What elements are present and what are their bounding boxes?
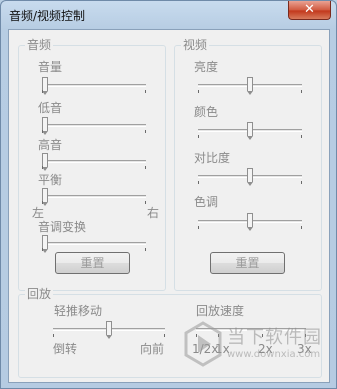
contrast-tick-max <box>301 181 302 184</box>
hue-label: 色调 <box>194 195 219 209</box>
balance-label: 平衡 <box>38 173 63 187</box>
bass-tick-max <box>145 130 146 133</box>
contrast-tick-min <box>198 181 199 184</box>
volume-slider-thumb[interactable] <box>42 77 48 95</box>
pitch-shift-slider[interactable] <box>42 235 146 253</box>
watermark-text: 当下软件园 <box>227 327 322 348</box>
watermark-url: www.downxia.com <box>227 349 321 360</box>
brightness-label: 亮度 <box>194 60 219 74</box>
watermark: 当下软件园 www.downxia.com <box>183 319 323 379</box>
shuttle-tick-min <box>53 334 54 337</box>
video-group: 视频 亮度 颜色 对比度 色调 重置 <box>174 38 322 291</box>
bass-tick-min <box>42 130 43 133</box>
av-control-window: 音频/视频控制 ✕ 音频 音量 低音 高音 平衡 左 右 音调变换 重置 视频 … <box>0 0 337 389</box>
treble-slider-track <box>42 160 146 163</box>
shuttle-reverse-label: 倒转 <box>53 342 78 356</box>
contrast-slider-thumb[interactable] <box>247 168 253 186</box>
balance-slider-track <box>42 195 146 198</box>
speed-label: 回放速度 <box>196 304 245 318</box>
audio-group-label: 音频 <box>25 38 54 52</box>
brightness-slider[interactable] <box>198 77 302 95</box>
close-icon: ✕ <box>304 2 315 17</box>
treble-tick-max <box>145 166 146 169</box>
video-reset-button[interactable]: 重置 <box>210 252 285 274</box>
pitch-shift-tick-max <box>145 248 146 251</box>
pitch-shift-slider-thumb[interactable] <box>42 235 48 253</box>
shuttle-slider[interactable] <box>53 321 165 339</box>
pitch-shift-label: 音调变换 <box>38 220 87 234</box>
balance-right-label: 右 <box>147 206 160 220</box>
volume-tick-min <box>42 90 43 93</box>
bass-slider[interactable] <box>42 117 146 135</box>
brightness-tick-min <box>198 90 199 93</box>
playback-group-label: 回放 <box>25 287 54 301</box>
title-bar[interactable]: 音频/视频控制 ✕ <box>1 1 336 29</box>
treble-label: 高音 <box>38 138 63 152</box>
hue-slider-thumb[interactable] <box>247 213 253 231</box>
shuttle-slider-thumb[interactable] <box>106 321 112 339</box>
audio-group: 音频 音量 低音 高音 平衡 左 右 音调变换 重置 <box>18 38 166 291</box>
color-label: 颜色 <box>194 105 219 119</box>
hue-tick-max <box>301 226 302 229</box>
color-tick-min <box>198 135 199 138</box>
hue-tick-min <box>198 226 199 229</box>
balance-tick-max <box>145 201 146 204</box>
bass-label: 低音 <box>38 101 63 115</box>
color-slider[interactable] <box>198 122 302 140</box>
contrast-slider[interactable] <box>198 168 302 186</box>
treble-slider[interactable] <box>42 153 146 171</box>
treble-slider-thumb[interactable] <box>42 153 48 171</box>
contrast-label: 对比度 <box>194 151 231 165</box>
balance-left-label: 左 <box>32 206 45 220</box>
color-slider-thumb[interactable] <box>247 122 253 140</box>
balance-slider-thumb[interactable] <box>42 188 48 206</box>
treble-tick-min <box>42 166 43 169</box>
window-title: 音频/视频控制 <box>9 9 86 23</box>
volume-label: 音量 <box>38 60 63 74</box>
video-group-label: 视频 <box>181 38 210 52</box>
balance-tick-min <box>42 201 43 204</box>
color-tick-max <box>301 135 302 138</box>
volume-slider[interactable] <box>42 77 146 95</box>
brightness-slider-thumb[interactable] <box>247 77 253 95</box>
close-button[interactable]: ✕ <box>288 1 331 20</box>
hue-slider[interactable] <box>198 213 302 231</box>
bass-slider-track <box>42 124 146 127</box>
watermark-logo-icon <box>184 321 222 367</box>
balance-slider[interactable] <box>42 188 146 206</box>
bass-slider-thumb[interactable] <box>42 117 48 135</box>
shuttle-label: 轻推移动 <box>54 304 103 318</box>
shuttle-tick-max <box>164 334 165 337</box>
pitch-shift-slider-track <box>42 242 146 245</box>
brightness-tick-max <box>301 90 302 93</box>
volume-slider-track <box>42 84 146 87</box>
pitch-shift-tick-min <box>42 248 43 251</box>
audio-reset-button[interactable]: 重置 <box>55 252 130 274</box>
volume-tick-max <box>145 90 146 93</box>
shuttle-forward-label: 向前 <box>140 342 165 356</box>
